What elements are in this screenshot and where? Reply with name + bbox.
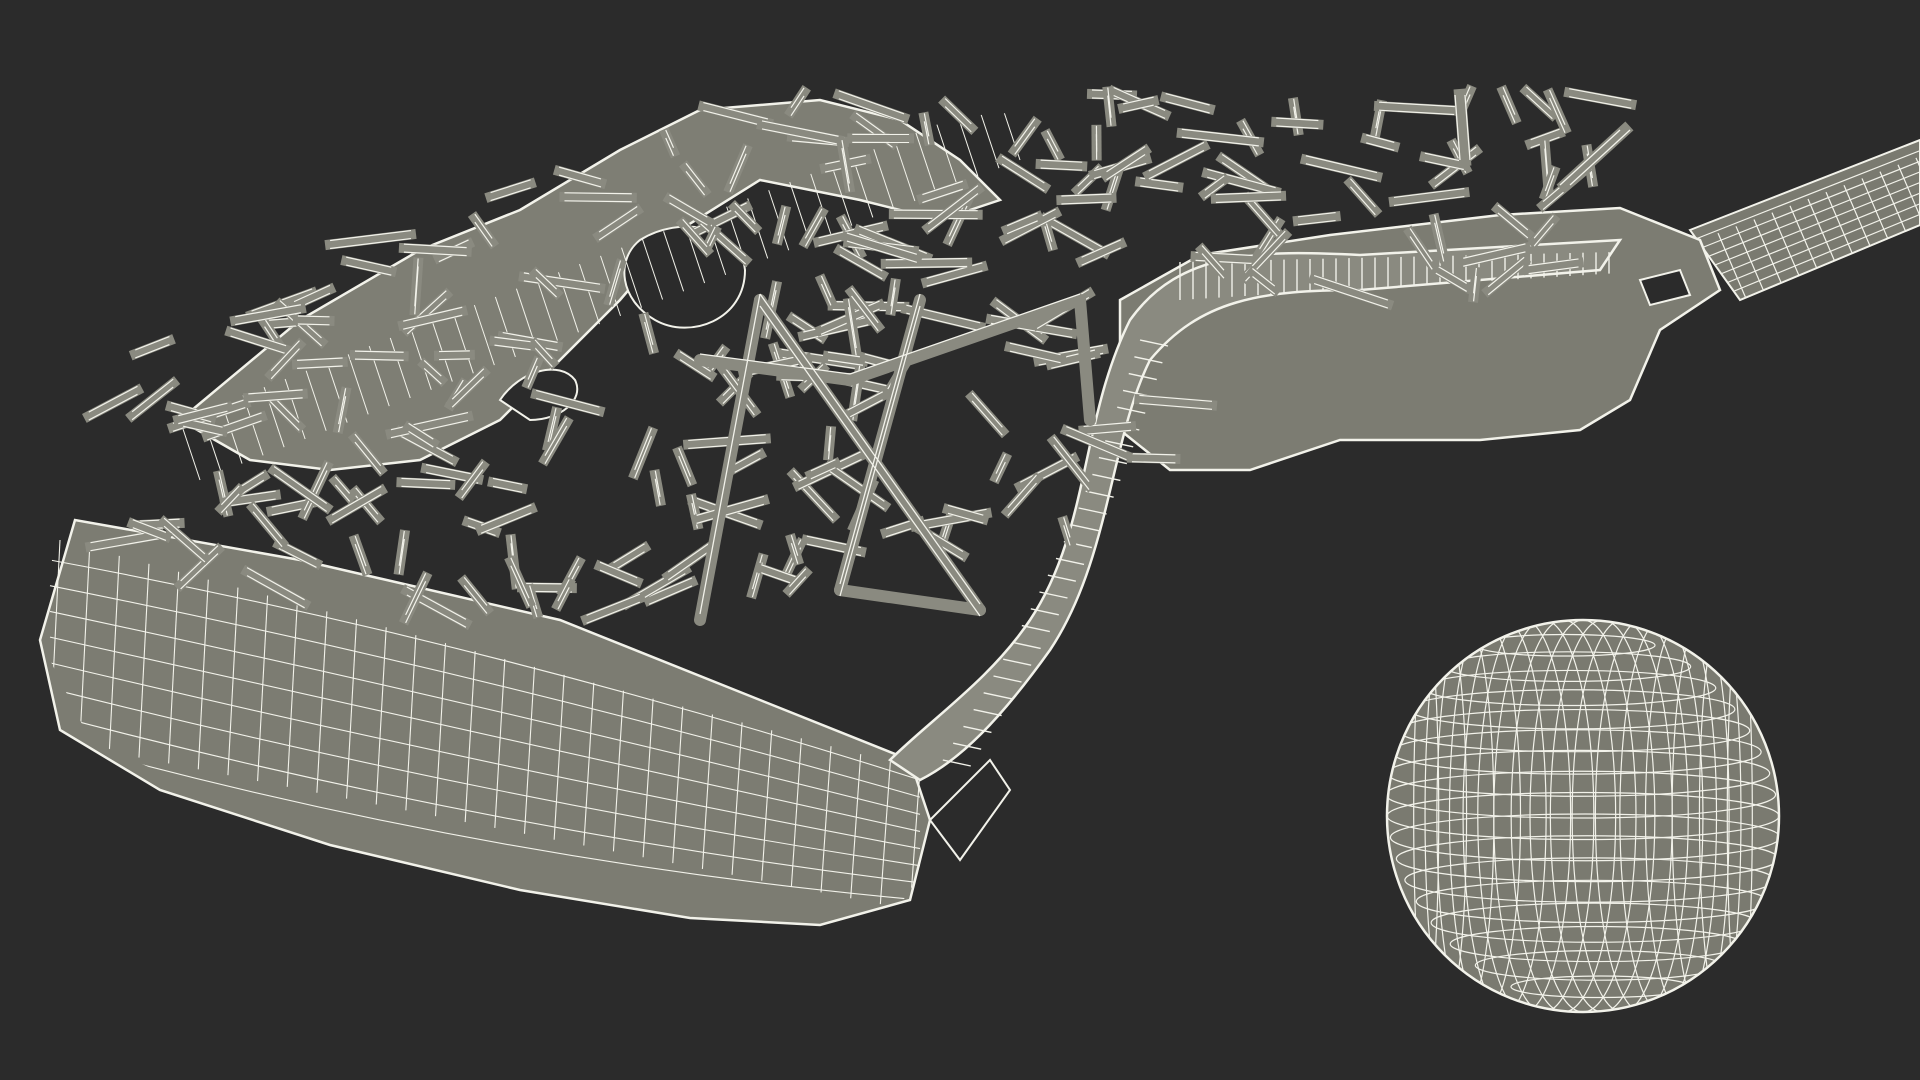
mesh-strand	[433, 349, 475, 361]
mesh-strand	[1496, 84, 1522, 126]
wireframe-render	[38, 83, 1920, 1014]
mesh-strand	[628, 425, 658, 481]
mesh-strand	[785, 532, 805, 566]
mesh-strand	[474, 502, 538, 536]
mesh-strand	[332, 386, 352, 434]
mesh-strand	[1007, 115, 1042, 158]
stick-shaft	[1688, 138, 1920, 302]
mesh-strand	[1035, 158, 1088, 172]
mesh-strand-edge	[438, 358, 470, 361]
mesh-strand	[1271, 116, 1324, 130]
mesh-strand	[727, 447, 768, 476]
mesh-strand-edge	[252, 511, 283, 547]
mesh-strand	[965, 389, 1010, 439]
mesh-strand	[672, 445, 698, 488]
mesh-strand	[649, 468, 666, 507]
mesh-strand	[1343, 175, 1383, 218]
mesh-strand	[1373, 100, 1466, 117]
sidewall-slot	[928, 758, 1012, 862]
mesh-strand-edge	[1148, 141, 1205, 172]
mesh-strand	[1360, 132, 1401, 153]
mesh-strand	[1523, 257, 1585, 276]
mesh-strand-edge	[297, 323, 330, 326]
mesh-strand	[128, 334, 176, 361]
mesh-strand-edge	[438, 350, 470, 353]
mesh-strand	[1542, 87, 1572, 136]
mesh-strand	[580, 591, 647, 626]
mesh-strand	[396, 477, 456, 490]
mesh-strand	[398, 242, 472, 257]
mesh-strand	[771, 204, 792, 246]
mesh-strand-edge	[1148, 149, 1205, 180]
mesh-strand	[1292, 211, 1342, 227]
mesh-strand-edge	[1053, 436, 1090, 482]
mesh-strand	[349, 350, 409, 362]
sidewall-grid-line	[978, 108, 1000, 169]
mesh-strand	[920, 260, 989, 289]
mesh-strand	[638, 311, 659, 355]
mesh-strand	[814, 273, 838, 308]
mesh-strand	[291, 356, 348, 370]
mesh-strand	[1057, 515, 1077, 548]
mesh-strand	[918, 111, 935, 147]
mesh-strand	[1388, 186, 1470, 208]
mesh-strand	[1299, 153, 1384, 183]
mesh-strand-edge	[971, 392, 1003, 428]
mesh-strand	[1078, 420, 1137, 436]
mesh-strand	[1117, 95, 1160, 114]
mesh-strand	[880, 257, 973, 269]
mesh-strand	[1210, 190, 1287, 204]
mesh-strand	[348, 533, 373, 577]
mesh-strand	[559, 191, 637, 203]
mesh-strand	[1056, 192, 1117, 206]
mesh-strand	[1197, 172, 1232, 202]
mesh-strand	[1040, 128, 1065, 163]
mesh-strand	[659, 127, 681, 159]
mesh-strand	[885, 277, 901, 316]
mesh-strand-edge	[971, 400, 1003, 436]
mesh-strand-edge	[893, 209, 978, 212]
mesh-strand	[938, 95, 979, 135]
mesh-strand	[292, 314, 335, 326]
mesh-strand	[1038, 216, 1058, 252]
viewport	[0, 0, 1920, 1080]
lacrosse-ball	[1385, 618, 1781, 1014]
string-peg	[1453, 88, 1472, 167]
mesh-strand	[1142, 139, 1211, 182]
mesh-strand	[989, 451, 1013, 485]
mesh-strand	[888, 209, 983, 220]
mesh-strand	[328, 473, 357, 505]
mesh-strand	[606, 540, 652, 574]
mesh-strand	[1126, 452, 1181, 464]
mesh-strand	[1240, 191, 1287, 243]
mesh-strand-edge	[297, 315, 330, 318]
string-peg-edge	[1569, 129, 1631, 186]
mesh-strand	[242, 388, 308, 404]
mesh-strand	[488, 335, 537, 352]
